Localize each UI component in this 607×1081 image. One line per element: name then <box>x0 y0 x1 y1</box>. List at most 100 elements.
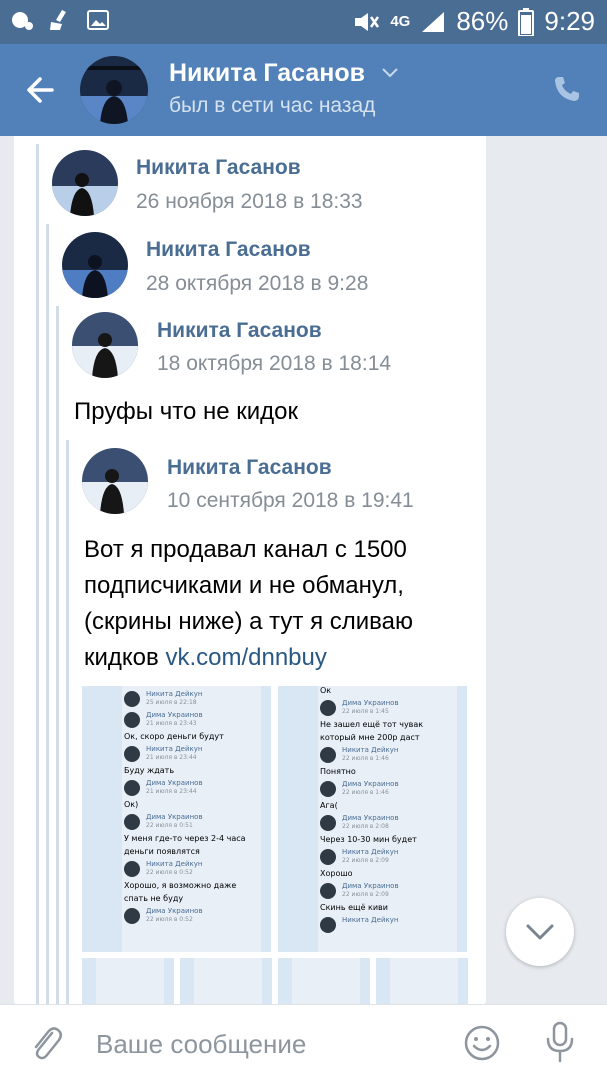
avatar[interactable] <box>62 232 128 298</box>
microphone-icon[interactable] <box>544 1021 576 1063</box>
screenshot-line: Никита Дейкун <box>146 745 203 753</box>
photo-attachment[interactable] <box>82 958 174 1006</box>
avatar <box>320 747 336 763</box>
forward-author[interactable]: Никита Гасанов <box>146 238 311 262</box>
screenshot-line: 21 июля в 23:43 <box>146 720 197 727</box>
screenshot-line: Через 10-30 мин будет <box>320 835 417 844</box>
screenshot-line: У меня где-то через 2-4 часа <box>124 834 246 843</box>
photo-attachment[interactable] <box>278 958 370 1006</box>
screenshot-line: деньги появлятся <box>124 847 200 856</box>
photo-attachment[interactable]: Ок Дима Украинов 22 июля в 1:45 Не зашел ещ… <box>278 686 467 952</box>
screenshot-line: Ок <box>320 686 332 695</box>
forward-date: 26 ноября 2018 в 18:33 <box>136 190 363 213</box>
clock: 9:29 <box>544 6 595 36</box>
avatar <box>124 780 140 796</box>
screenshot-line: 21 июля в 23:44 <box>146 754 197 761</box>
chevron-down-icon[interactable] <box>382 68 398 78</box>
avatar <box>124 908 140 924</box>
screenshot-line: Хорошо <box>320 869 353 878</box>
photo-attachment[interactable] <box>180 958 272 1006</box>
forward-author[interactable]: Никита Гасанов <box>136 156 301 180</box>
contact-status: был в сети час назад <box>169 94 376 117</box>
notification-icon <box>12 12 33 30</box>
signal-icon <box>422 11 445 32</box>
photo-attachment[interactable]: Никита Дейкун 25 июля в 22:18 Дима Украино… <box>82 686 271 952</box>
avatar <box>320 781 336 797</box>
forward-date: 18 октября 2018 в 18:14 <box>157 352 392 375</box>
avatar[interactable] <box>72 312 138 378</box>
quote-line <box>56 306 59 1006</box>
avatar <box>320 883 336 899</box>
message-line: Вот я продавал канал с 1500 <box>84 536 407 563</box>
avatar[interactable] <box>80 56 148 124</box>
message-line: кидков vk.com/dnnbuy <box>84 640 413 676</box>
scroll-down-button[interactable] <box>506 898 574 966</box>
screenshot-line: Дима Украинов <box>146 711 203 719</box>
message-line: подписчиками и не обманул, <box>84 572 404 599</box>
avatar <box>124 746 140 762</box>
screenshot-line: Дима Украинов <box>342 814 399 822</box>
chevron-down-icon <box>526 924 554 940</box>
screenshot-line: Хорошо, я возможно даже <box>124 881 237 890</box>
screenshot-line: Никита Дейкун <box>146 860 203 868</box>
message-line-text: кидков <box>84 644 166 671</box>
screenshot-line: Никита Дейкун <box>342 916 399 924</box>
network-type: 4G <box>390 13 411 30</box>
screenshot-line: 22 июля в 0:51 <box>146 822 193 829</box>
avatar <box>124 861 140 877</box>
avatar[interactable] <box>52 150 118 216</box>
forward-author[interactable]: Никита Гасанов <box>167 456 332 480</box>
avatar <box>124 814 140 830</box>
screenshot-line: Дима Украинов <box>146 813 203 821</box>
screenshot-line: Ок, скоро деньги будут <box>124 732 224 741</box>
screenshot-line: который мне 200р даст <box>320 733 420 742</box>
avatar <box>320 700 336 716</box>
screenshot-line: Скинь ещё киви <box>320 903 388 912</box>
gallery-icon <box>87 10 109 30</box>
screenshot-line: Ок) <box>124 800 139 809</box>
screenshot-line: 22 июля в 2:09 <box>342 891 389 898</box>
screenshot-content: Никита Дейкун 25 июля в 22:18 Дима Украино… <box>122 686 261 952</box>
battery-icon <box>518 7 535 36</box>
phone-icon[interactable] <box>552 74 582 104</box>
message-link[interactable]: vk.com/dnnbuy <box>165 644 326 671</box>
forward-author[interactable]: Никита Гасанов <box>157 319 322 343</box>
quote-line <box>46 224 49 1006</box>
cleaner-icon <box>50 10 66 30</box>
screenshot-line: Понятно <box>320 767 356 776</box>
screenshot-line: Никита Дейкун <box>342 746 399 754</box>
screenshot-line: 22 июля в 2:08 <box>342 823 389 830</box>
screenshot-line: 25 июля в 22:18 <box>146 699 197 706</box>
message-input[interactable]: Ваше сообщение <box>96 1029 306 1060</box>
screenshot-content <box>194 958 262 1006</box>
screenshot-line: 21 июля в 23:44 <box>146 788 197 795</box>
message-text: Вот я продавал канал с 1500 подписчиками… <box>84 532 413 676</box>
screenshot-line: 22 июля в 0:52 <box>146 869 193 876</box>
quote-line <box>36 144 39 1006</box>
screenshot-line: Ага( <box>320 801 338 810</box>
message-bubble[interactable]: Никита Гасанов 26 ноября 2018 в 18:33 Ни… <box>14 136 486 1006</box>
screenshot-line: 22 июля в 1:45 <box>342 708 389 715</box>
screenshot-line: спать не буду <box>124 894 184 903</box>
avatar <box>320 849 336 865</box>
contact-name[interactable]: Никита Гасанов <box>169 59 365 88</box>
forward-date: 10 сентября 2018 в 19:41 <box>167 489 414 512</box>
emoji-icon[interactable] <box>464 1025 500 1061</box>
screenshot-content <box>390 958 458 1006</box>
back-arrow-icon[interactable] <box>22 72 58 108</box>
avatar <box>124 712 140 728</box>
avatar[interactable] <box>82 448 148 514</box>
photo-attachment[interactable] <box>376 958 468 1006</box>
screenshot-line: Буду ждать <box>124 766 175 775</box>
avatar <box>320 815 336 831</box>
paperclip-icon[interactable] <box>28 1023 64 1063</box>
battery-percent: 86% <box>456 6 509 36</box>
screenshot-line: Дима Украинов <box>146 907 203 915</box>
forward-date: 28 октября 2018 в 9:28 <box>146 272 369 295</box>
screenshot-line: Никита Дейкун <box>146 690 203 698</box>
quote-line <box>66 440 69 1006</box>
screenshot-line: 22 июля в 1:46 <box>342 755 389 762</box>
screenshot-content <box>292 958 360 1006</box>
chat-header: Никита Гасанов был в сети час назад <box>0 44 607 136</box>
screenshot-line: Дима Украинов <box>342 882 399 890</box>
